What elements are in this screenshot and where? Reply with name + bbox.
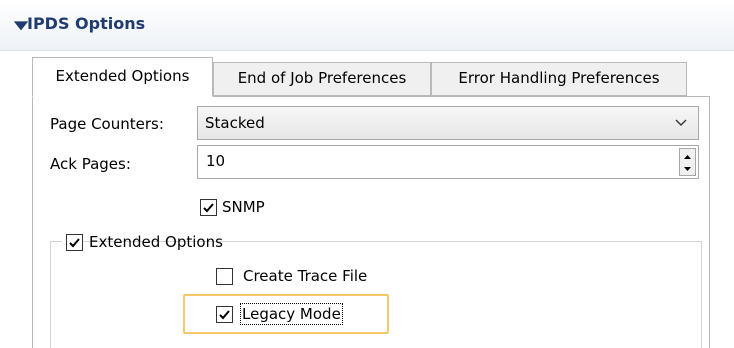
tab-label: Extended Options [55, 67, 190, 85]
ack-pages-input[interactable] [198, 146, 684, 176]
page-counters-select[interactable]: Stacked [197, 106, 699, 140]
snmp-label: SNMP [222, 198, 265, 216]
spin-up-button[interactable] [680, 149, 695, 163]
tab-label: End of Job Preferences [237, 69, 407, 87]
page-counters-label: Page Counters: [50, 115, 164, 133]
section-title: IPDS Options [27, 14, 146, 33]
extended-options-legend: Extended Options [62, 231, 223, 253]
checkmark-icon [219, 310, 230, 320]
section-header[interactable]: IPDS Options [0, 0, 734, 51]
extended-options-group-label: Extended Options [89, 233, 223, 251]
spinner-buttons [679, 148, 696, 176]
checkmark-icon [203, 203, 214, 213]
tab-label: Error Handling Preferences [458, 69, 660, 87]
arrow-down-icon [684, 167, 691, 171]
legacy-mode-label: Legacy Mode [240, 303, 343, 325]
ack-pages-label: Ack Pages: [50, 155, 131, 173]
create-trace-file-checkbox[interactable] [216, 268, 233, 285]
extended-options-checkbox[interactable] [66, 234, 83, 251]
legacy-mode-checkbox[interactable] [216, 306, 233, 323]
tab-end-of-job-preferences[interactable]: End of Job Preferences [213, 62, 431, 96]
snmp-checkbox[interactable] [200, 199, 217, 216]
tab-extended-options[interactable]: Extended Options [32, 57, 213, 97]
chevron-down-icon [675, 119, 687, 126]
tab-error-handling-preferences[interactable]: Error Handling Preferences [431, 62, 687, 96]
checkmark-icon [69, 238, 80, 248]
spin-down-button[interactable] [680, 162, 695, 175]
create-trace-file-label: Create Trace File [243, 267, 368, 285]
page-counters-value: Stacked [205, 114, 265, 132]
ack-pages-spinner [197, 145, 699, 179]
